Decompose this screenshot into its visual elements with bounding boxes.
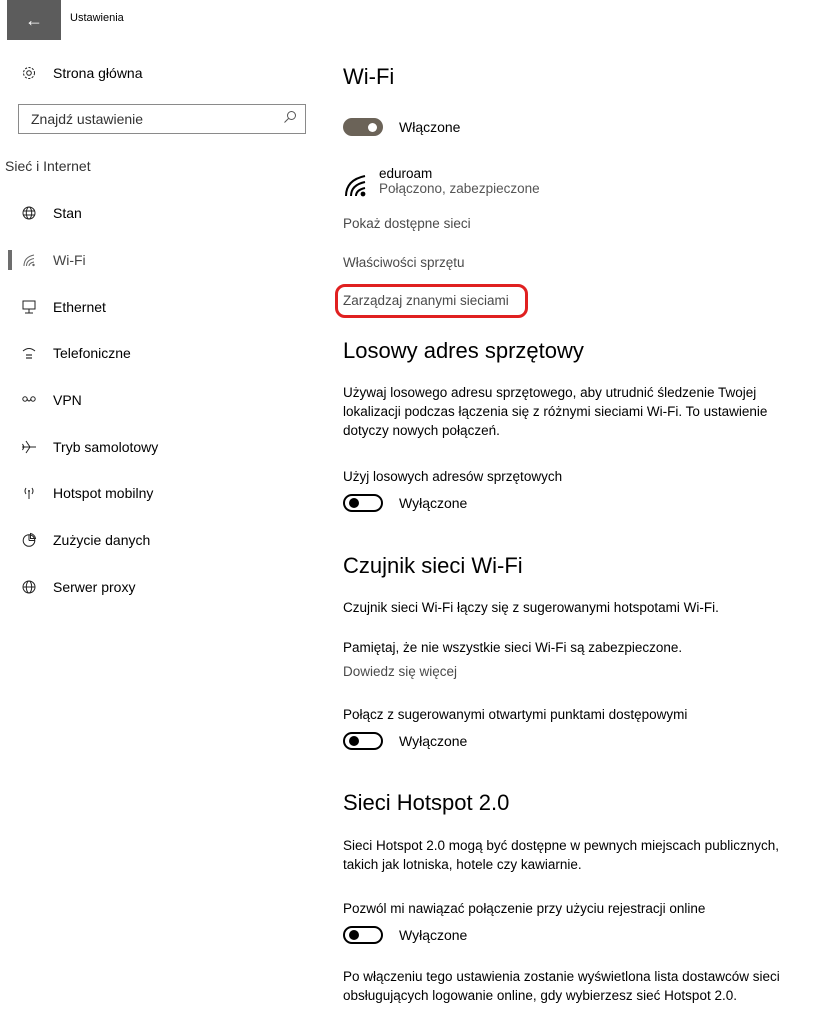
wifi-signal-icon [343,172,369,198]
wifi-toggle-label: Włączone [399,119,461,135]
proxy-icon [20,578,38,596]
random-hw-toggle-label: Wyłączone [399,495,468,511]
hardware-properties-link[interactable]: Właściwości sprzętu [343,255,465,270]
random-hw-toggle[interactable] [343,494,383,512]
hotspot20-toggle[interactable] [343,926,383,944]
sidebar-item-airplane[interactable]: Tryb samolotowy [20,434,158,460]
wifi-toggle-row: Włączone [343,118,460,136]
show-networks-link[interactable]: Pokaż dostępne sieci [343,216,471,231]
sidebar-item-label: Tryb samolotowy [53,439,159,455]
sidebar-home[interactable]: Strona główna [20,60,143,86]
data-usage-icon [20,531,38,549]
globe-icon [20,204,38,222]
sidebar-item-data-usage[interactable]: Zużycie danych [20,527,150,553]
wifi-sense-security-note: Pamiętaj, że nie wszystkie sieci Wi-Fi s… [343,640,683,655]
learn-more-link[interactable]: Dowiedz się więcej [343,664,457,679]
network-name: eduroam [379,166,433,181]
sidebar-item-hotspot[interactable]: Hotspot mobilny [20,480,153,506]
sidebar-item-label: Stan [53,205,82,221]
sidebar-item-ethernet[interactable]: Ethernet [20,294,106,320]
wifi-sense-title: Czujnik sieci Wi-Fi [343,553,523,578]
highlight-annotation [335,284,528,318]
page-title: Wi-Fi [343,64,395,89]
sidebar-item-label: Telefoniczne [53,345,131,361]
search-icon[interactable] [283,110,297,129]
sidebar-item-label: Wi-Fi [53,252,86,268]
window-title: Ustawienia [70,12,124,24]
hotspot20-option-label: Pozwól mi nawiązać połączenie przy użyci… [343,901,706,916]
wifi-sense-toggle-label: Wyłączone [399,733,468,749]
gear-icon [20,64,38,82]
vpn-icon [20,391,38,409]
search-box[interactable] [18,104,306,134]
random-hw-option-label: Użyj losowych adresów sprzętowych [343,469,563,484]
random-hw-toggle-row: Wyłączone [343,494,467,512]
hotspot20-description: Sieci Hotspot 2.0 mogą być dostępne w pe… [343,838,779,872]
search-input[interactable] [31,111,283,127]
sidebar-item-vpn[interactable]: VPN [20,387,82,413]
sidebar-item-dialup[interactable]: Telefoniczne [20,340,131,366]
airplane-icon [20,438,38,456]
wifi-sense-option-label: Połącz z sugerowanymi otwartymi punktami… [343,707,688,722]
hotspot20-toggle-label: Wyłączone [399,927,468,943]
sidebar-item-label: VPN [53,392,82,408]
hotspot20-title: Sieci Hotspot 2.0 [343,790,510,815]
sidebar-item-label: Serwer proxy [53,579,136,595]
wifi-sense-toggle-row: Wyłączone [343,732,467,750]
sidebar-item-stan[interactable]: Stan [20,200,82,226]
wifi-sense-description: Czujnik sieci Wi-Fi łączy się z sugerowa… [343,600,719,615]
wifi-toggle[interactable] [343,118,383,136]
hotspot-icon [20,484,38,502]
sidebar-item-label: Zużycie danych [53,532,151,548]
sidebar-item-label: Hotspot mobilny [53,485,154,501]
network-status: Połączono, zabezpieczone [379,181,540,196]
hotspot20-toggle-row: Wyłączone [343,926,467,944]
network-item[interactable]: eduroam Połączono, zabezpieczone [343,166,540,198]
random-hw-title: Losowy adres sprzętowy [343,338,584,363]
wifi-icon [20,251,38,269]
sidebar-item-proxy[interactable]: Serwer proxy [20,574,135,600]
back-button[interactable]: ← [7,0,61,40]
sidebar-section-label: Sieć i Internet [5,158,91,174]
active-indicator [8,250,12,270]
sidebar-item-label: Ethernet [53,299,106,315]
sidebar-item-wifi[interactable]: Wi-Fi [20,247,86,273]
random-hw-description: Używaj losowego adresu sprzętowego, aby … [343,385,768,438]
hotspot20-footer-text: Po włączeniu tego ustawienia zostanie wy… [343,969,780,1003]
sidebar-home-label: Strona główna [53,65,143,81]
ethernet-icon [20,298,38,316]
dialup-icon [20,344,38,362]
wifi-sense-toggle[interactable] [343,732,383,750]
back-arrow-icon: ← [25,9,43,30]
